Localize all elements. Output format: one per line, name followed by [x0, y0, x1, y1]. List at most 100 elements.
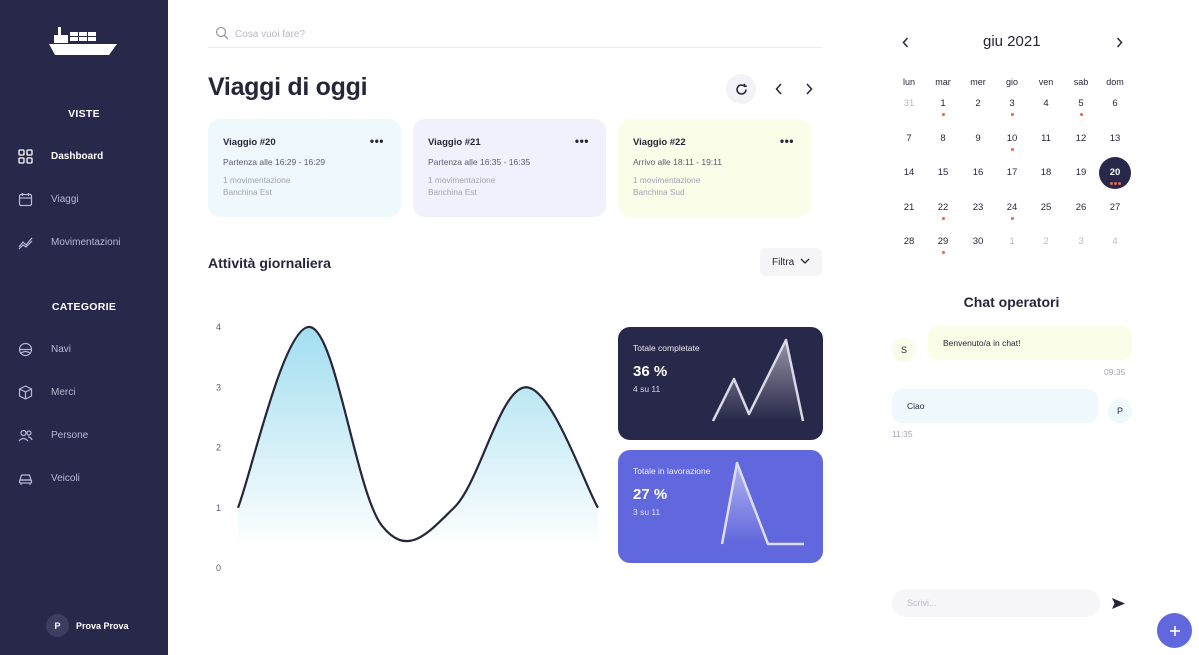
sidebar-item-dashboard[interactable]: Dashboard: [0, 142, 168, 170]
sidebar-item-label: Dashboard: [51, 150, 104, 162]
trip-time: Partenza alle 16:29 - 16:29: [223, 157, 326, 167]
calendar-day[interactable]: 15: [928, 158, 958, 188]
more-options-icon[interactable]: •••: [780, 135, 794, 147]
refresh-button[interactable]: [726, 74, 756, 104]
chat-timestamp: 09:35: [1104, 367, 1126, 377]
calendar-day[interactable]: 12: [1066, 124, 1096, 154]
page-title: Viaggi di oggi: [208, 73, 368, 101]
calendar-day[interactable]: 23: [963, 193, 993, 223]
calendar-day[interactable]: 13: [1100, 124, 1130, 154]
trip-name: Viaggio #20: [223, 137, 276, 148]
sidebar-section-categories: CATEGORIE: [51, 301, 117, 313]
calendar-prev-button[interactable]: [898, 35, 912, 49]
calendar-day[interactable]: 11: [1031, 124, 1061, 154]
chevron-right-icon: [806, 83, 813, 95]
grid-icon: [18, 149, 33, 164]
calendar-day[interactable]: 27: [1100, 193, 1130, 223]
trip-movements: 1 movimentazione: [223, 175, 291, 185]
send-icon: [1112, 598, 1125, 609]
trip-card[interactable]: Viaggio #22 Arrivo alle 18:11 - 19:11 1 …: [618, 119, 811, 217]
more-options-icon[interactable]: •••: [370, 135, 384, 147]
search-input[interactable]: [235, 25, 795, 43]
sidebar-section-views: VISTE: [68, 108, 100, 120]
activity-title: Attività giornaliera: [208, 255, 331, 271]
calendar-event-dot: [941, 216, 945, 220]
user-profile[interactable]: P Prova Prova: [46, 614, 129, 637]
stat-label: Totale completate: [633, 343, 700, 353]
stat-label: Totale in lavorazione: [633, 466, 711, 476]
trip-card[interactable]: Viaggio #21 Partenza alle 16:35 - 16:35 …: [413, 119, 606, 217]
calendar-event-dot: [1010, 216, 1014, 220]
calendar-day[interactable]: 25: [1031, 193, 1061, 223]
calendar-next-button[interactable]: [1112, 35, 1126, 49]
avatar: P: [46, 614, 69, 637]
chevron-down-icon: [800, 258, 810, 264]
calendar-day[interactable]: 3: [1066, 227, 1096, 257]
calendar-event-dot: [941, 113, 945, 116]
calendar-event-dot: [941, 251, 945, 254]
calendar-day[interactable]: 19: [1066, 158, 1096, 188]
calendar-day[interactable]: 4: [1031, 89, 1061, 119]
calendar-day[interactable]: 2: [1031, 227, 1061, 257]
calendar-month: giu 2021: [983, 33, 1041, 50]
add-button[interactable]: [1157, 613, 1192, 648]
chart-area: [238, 326, 598, 548]
refresh-icon: [735, 83, 747, 95]
sidebar-item-movimentazioni[interactable]: Movimentazioni: [0, 228, 168, 256]
sidebar-item-label: Navi: [51, 343, 72, 355]
calendar-day[interactable]: 26: [1066, 193, 1096, 223]
calendar-day[interactable]: 28: [894, 227, 924, 257]
calendar-day[interactable]: 17: [997, 158, 1027, 188]
chat-input[interactable]: [892, 589, 1100, 617]
calendar-weekday: sab: [1073, 77, 1089, 87]
send-button[interactable]: [1111, 596, 1126, 611]
chat-message: Ciao: [892, 389, 1098, 423]
trip-name: Viaggio #22: [633, 137, 686, 148]
chat-timestamp: 11:35: [892, 429, 913, 439]
calendar-day[interactable]: 18: [1031, 158, 1061, 188]
calendar-day[interactable]: 21: [894, 193, 924, 223]
avatar: S: [892, 338, 916, 362]
calendar-weekday: mar: [935, 77, 951, 87]
sidebar-item-label: Persone: [51, 429, 89, 441]
more-options-icon[interactable]: •••: [575, 135, 589, 147]
calendar-day[interactable]: 6: [1100, 89, 1130, 119]
calendar-day[interactable]: 30: [963, 227, 993, 257]
calendar-day[interactable]: 1: [997, 227, 1027, 257]
trip-time: Partenza alle 16:35 - 16:35: [428, 157, 531, 167]
calendar-day[interactable]: 7: [894, 124, 924, 154]
car-icon: [18, 474, 33, 485]
stat-card-completed: Totale completate 36 % 4 su 11: [618, 327, 823, 440]
calendar-day[interactable]: 8: [928, 124, 958, 154]
calendar-weekday: gio: [1005, 77, 1018, 87]
sidebar-item-persone[interactable]: Persone: [0, 421, 168, 449]
trip-dock: Banchina Sud: [633, 187, 685, 197]
sidebar-item-veicoli[interactable]: Veicoli: [0, 464, 168, 492]
stat-sub: 4 su 11: [633, 384, 661, 394]
box-icon: [18, 385, 33, 400]
filter-button[interactable]: Filtra: [760, 248, 822, 276]
search-icon: [215, 26, 229, 40]
calendar-weekday: lun: [902, 77, 915, 87]
trend-icon: [18, 237, 33, 250]
calendar-day[interactable]: 14: [894, 158, 924, 188]
next-button[interactable]: [801, 80, 817, 98]
calendar-day[interactable]: 2: [963, 89, 993, 119]
trip-card[interactable]: Viaggio #20 Partenza alle 16:29 - 16:29 …: [208, 119, 401, 217]
calendar-weekday: mer: [970, 77, 986, 87]
chevron-left-icon: [775, 83, 782, 95]
ship-logo-icon[interactable]: [47, 24, 119, 60]
trip-dock: Banchina Est: [428, 187, 477, 197]
sidebar-item-viaggi[interactable]: Viaggi: [0, 185, 168, 213]
sidebar-item-navi[interactable]: Navi: [0, 335, 168, 363]
sidebar-item-label: Merci: [51, 386, 76, 398]
calendar-day[interactable]: 9: [963, 124, 993, 154]
calendar-day[interactable]: 31: [894, 89, 924, 119]
chevron-right-icon: [1116, 37, 1123, 47]
prev-button[interactable]: [771, 80, 787, 98]
sidebar-item-merci[interactable]: Merci: [0, 378, 168, 406]
calendar-day[interactable]: 16: [963, 158, 993, 188]
stat-card-in-progress: Totale in lavorazione 27 % 3 su 11: [618, 450, 823, 563]
search-bar: [208, 20, 822, 48]
calendar-day[interactable]: 4: [1100, 227, 1130, 257]
